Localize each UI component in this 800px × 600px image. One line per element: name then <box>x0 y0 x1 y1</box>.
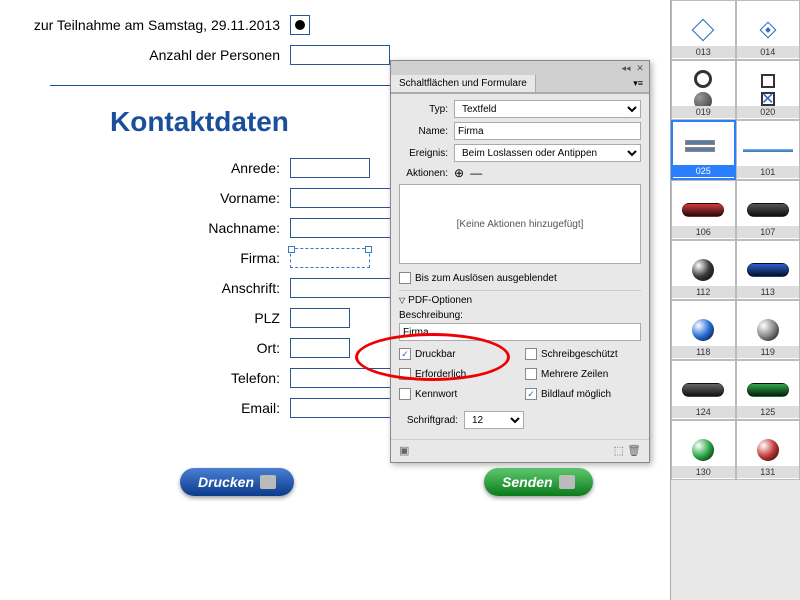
ereignis-select[interactable]: Beim Loslassen oder Antippen <box>454 144 641 162</box>
ereignis-label: Ereignis: <box>399 148 454 159</box>
label-anrede: Anrede: <box>0 160 290 176</box>
print-button-label: Drucken <box>198 474 254 490</box>
library-item-130[interactable]: 130 <box>671 420 736 480</box>
opt-erforderlich[interactable]: Erforderlich <box>399 368 515 380</box>
field-anrede[interactable] <box>290 158 370 178</box>
properties-panel: ◂◂ ✕ Schaltflächen und Formulare ▾≡ Typ:Te… <box>390 60 650 463</box>
collapse-icon[interactable]: ◂◂ <box>621 63 631 73</box>
library-item-013[interactable]: 013 <box>671 0 736 60</box>
library-item-125[interactable]: 125 <box>736 360 800 420</box>
print-icon <box>260 475 276 489</box>
library-item-020[interactable]: ✕020 <box>736 60 800 120</box>
desc-input[interactable] <box>399 323 641 341</box>
library-item-124[interactable]: 124 <box>671 360 736 420</box>
field-plz[interactable] <box>290 308 350 328</box>
label-anschrift: Anschrift: <box>0 280 290 296</box>
trash-icon[interactable]: 🗑 <box>627 445 641 457</box>
pdf-section-header[interactable]: PDF-Optionen <box>399 295 641 306</box>
button-library-panel: 013014019✕020025101106107112113118119124… <box>670 0 800 600</box>
library-item-119[interactable]: 119 <box>736 300 800 360</box>
label-telefon: Telefon: <box>0 370 290 386</box>
library-item-019[interactable]: 019 <box>671 60 736 120</box>
library-item-014[interactable]: 014 <box>736 0 800 60</box>
library-item-101[interactable]: 101 <box>736 120 800 180</box>
send-button[interactable]: Senden <box>484 468 593 496</box>
persons-field[interactable] <box>290 45 390 65</box>
preview-icon[interactable]: ▣ <box>399 444 413 458</box>
hide-until-checkbox[interactable]: Bis zum Auslösen ausgeblendet <box>399 272 641 284</box>
name-label: Name: <box>399 126 454 137</box>
name-input[interactable] <box>454 122 641 140</box>
library-item-131[interactable]: 131 <box>736 420 800 480</box>
library-item-118[interactable]: 118 <box>671 300 736 360</box>
library-item-113[interactable]: 113 <box>736 240 800 300</box>
remove-action-icon[interactable]: — <box>470 166 482 180</box>
opt-kennwort[interactable]: Kennwort <box>399 388 515 400</box>
participation-label: zur Teilnahme am Samstag, 29.11.2013 <box>0 17 290 33</box>
convert-icon[interactable]: ⬚ <box>614 445 624 457</box>
typ-select[interactable]: Textfeld <box>454 100 641 118</box>
add-action-icon[interactable]: ⊕ <box>454 166 464 180</box>
field-firma[interactable] <box>290 248 370 268</box>
send-icon <box>559 475 575 489</box>
schriftgrad-label: Schriftgrad: <box>399 415 464 426</box>
panel-tab[interactable]: Schaltflächen und Formulare <box>391 75 536 92</box>
label-plz: PLZ <box>0 310 290 326</box>
panel-menu-icon[interactable]: ▾≡ <box>627 75 649 92</box>
persons-label: Anzahl der Personen <box>0 47 290 63</box>
label-firma: Firma: <box>0 250 290 266</box>
send-button-label: Senden <box>502 474 553 490</box>
close-icon[interactable]: ✕ <box>635 63 645 73</box>
schriftgrad-select[interactable]: 12 <box>464 411 524 429</box>
participation-checkbox[interactable] <box>290 15 310 35</box>
label-email: Email: <box>0 400 290 416</box>
library-item-106[interactable]: 106 <box>671 180 736 240</box>
opt-schreibgeschuetzt[interactable]: Schreibgeschützt <box>525 348 641 360</box>
field-ort[interactable] <box>290 338 350 358</box>
opt-bildlauf[interactable]: ✓Bildlauf möglich <box>525 388 641 400</box>
label-ort: Ort: <box>0 340 290 356</box>
panel-header: ◂◂ ✕ Schaltflächen und Formulare ▾≡ <box>391 61 649 94</box>
desc-label: Beschreibung: <box>399 310 641 321</box>
opt-mehrere[interactable]: Mehrere Zeilen <box>525 368 641 380</box>
opt-druckbar[interactable]: ✓Druckbar <box>399 348 515 360</box>
actions-list[interactable]: [Keine Aktionen hinzugefügt] <box>399 184 641 264</box>
typ-label: Typ: <box>399 104 454 115</box>
library-item-112[interactable]: 112 <box>671 240 736 300</box>
label-nachname: Nachname: <box>0 220 290 236</box>
label-vorname: Vorname: <box>0 190 290 206</box>
library-item-107[interactable]: 107 <box>736 180 800 240</box>
aktionen-label: Aktionen: <box>399 168 454 179</box>
print-button[interactable]: Drucken <box>180 468 294 496</box>
library-item-025[interactable]: 025 <box>671 120 736 180</box>
